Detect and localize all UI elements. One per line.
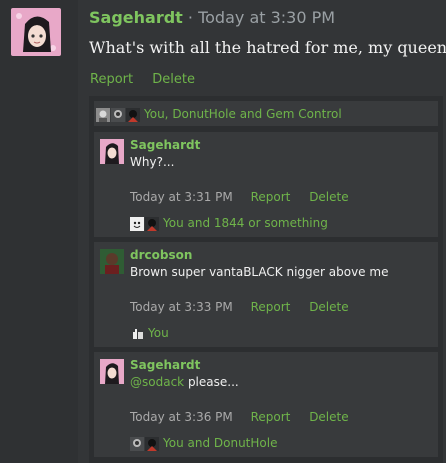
post-header: Sagehardt · Today at 3:30 PM [89, 8, 335, 27]
reactor-avatar [145, 216, 159, 231]
post-timestamp[interactable]: Today at 3:30 PM [198, 8, 335, 27]
reactor-avatar [130, 216, 144, 231]
reactor-avatar [111, 107, 125, 122]
report-button[interactable]: Report [90, 72, 133, 87]
reactor-avatar [126, 107, 140, 122]
reactions-summary[interactable]: You and DonutHole [163, 436, 277, 450]
reply-item: Sagehardt @sodack please... Today at 3:3… [94, 352, 438, 457]
reply-body: Brown super vantaBLACK nigger above me [130, 265, 389, 279]
reply-author[interactable]: Sagehardt [130, 358, 200, 372]
reactor-avatar [96, 107, 110, 122]
reply-body: @sodack please... [130, 375, 239, 389]
reply-item: Sagehardt Why?... Today at 3:31 PM Repor… [94, 132, 438, 237]
reply-timestamp[interactable]: Today at 3:33 PM [130, 300, 233, 314]
reply-actions: Today at 3:31 PM Report Delete [130, 190, 364, 204]
replies-panel: You, DonutHole and Gem Control Sagehardt… [89, 96, 443, 463]
reply-actions: Today at 3:36 PM Report Delete [130, 410, 364, 424]
reactor-avatar [130, 326, 144, 341]
user-mention[interactable]: @sodack [130, 375, 184, 389]
left-gutter [0, 0, 78, 463]
reply-timestamp[interactable]: Today at 3:36 PM [130, 410, 233, 424]
avatar[interactable] [100, 359, 124, 384]
reactions-bar: You, DonutHole and Gem Control [94, 101, 438, 126]
delete-button[interactable]: Delete [152, 72, 195, 87]
reactor-avatar [130, 436, 144, 451]
reply-body: Why?... [130, 155, 175, 169]
avatar[interactable] [100, 249, 124, 274]
reply-reactions: You [130, 326, 169, 341]
reply-item: drcobson Brown super vantaBLACK nigger a… [94, 242, 438, 347]
reply-timestamp[interactable]: Today at 3:31 PM [130, 190, 233, 204]
post-author[interactable]: Sagehardt [89, 8, 183, 27]
reactions-summary[interactable]: You [148, 326, 169, 340]
reply-author[interactable]: Sagehardt [130, 138, 200, 152]
reactions-summary[interactable]: You, DonutHole and Gem Control [144, 107, 342, 121]
reply-author[interactable]: drcobson [130, 248, 192, 262]
delete-button[interactable]: Delete [309, 410, 348, 424]
delete-button[interactable]: Delete [309, 190, 348, 204]
report-button[interactable]: Report [251, 300, 291, 314]
report-button[interactable]: Report [251, 410, 291, 424]
reply-reactions: You and DonutHole [130, 436, 277, 451]
post-body: What's with all the hatred for me, my qu… [89, 38, 446, 57]
reactor-avatar [145, 436, 159, 451]
post-actions: Report Delete [90, 72, 210, 87]
avatar[interactable] [100, 139, 124, 164]
avatar[interactable] [11, 8, 61, 56]
reply-body-text: please... [184, 375, 239, 389]
reply-reactions: You and 1844 or something [130, 216, 328, 231]
reactions-summary[interactable]: You and 1844 or something [163, 216, 328, 230]
post-separator: · [182, 8, 199, 27]
delete-button[interactable]: Delete [309, 300, 348, 314]
report-button[interactable]: Report [251, 190, 291, 204]
reply-actions: Today at 3:33 PM Report Delete [130, 300, 364, 314]
